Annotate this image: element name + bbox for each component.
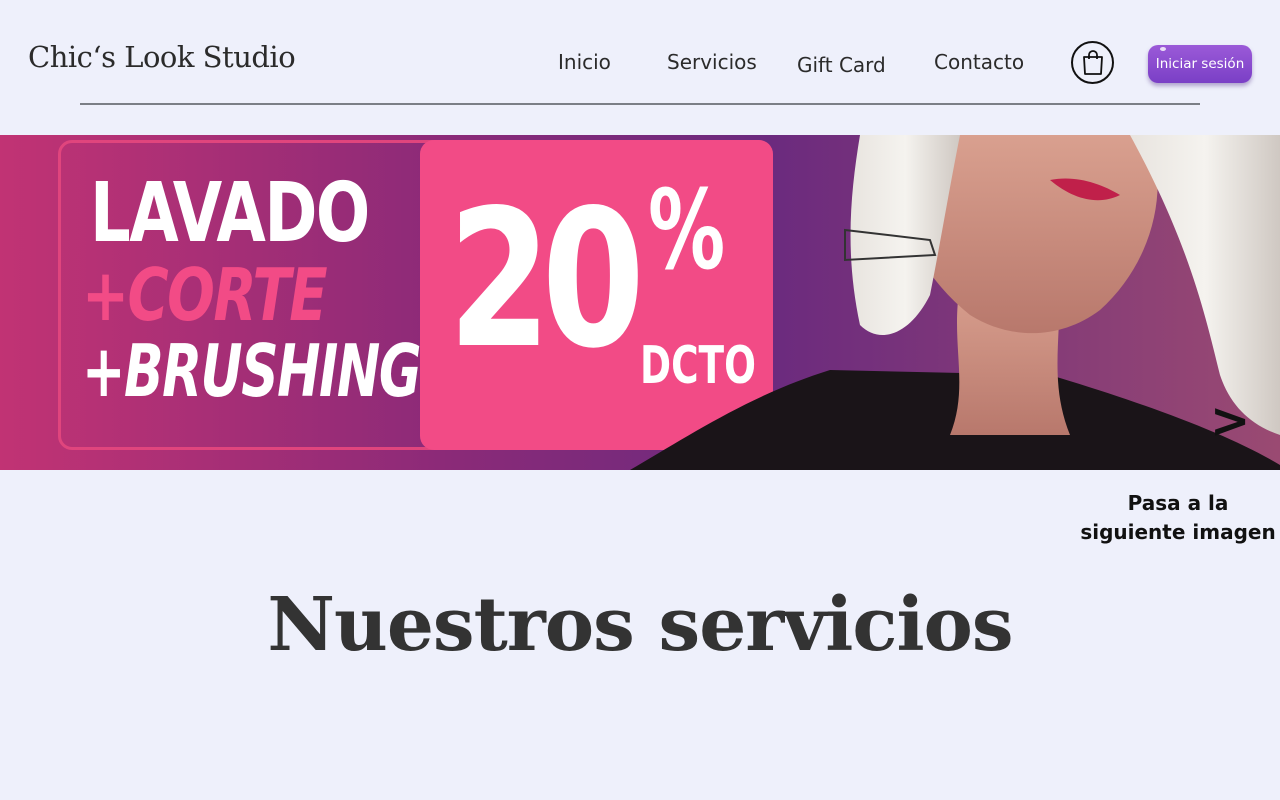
discount-number: 20	[448, 169, 645, 390]
login-button[interactable]: Iniciar sesión	[1148, 45, 1252, 83]
button-highlight	[1160, 47, 1166, 51]
carousel-next-button[interactable]: >	[1210, 397, 1250, 445]
nav-inicio[interactable]: Inicio	[558, 50, 611, 74]
nav-gift-card[interactable]: Gift Card	[797, 53, 886, 77]
login-label: Iniciar sesión	[1155, 56, 1245, 72]
carousel-next-caption: Pasa a la siguiente imagen	[1080, 491, 1276, 544]
cart-button[interactable]	[1071, 41, 1114, 84]
shopping-bag-icon	[1082, 49, 1103, 75]
promo-banner: LAVADO +CORTE +BRUSHING 20 % DCTO >	[0, 135, 1280, 470]
header-divider	[80, 103, 1200, 105]
section-title: Nuestros servicios	[267, 582, 1013, 668]
banner-line-corte: +CORTE	[82, 253, 328, 337]
site-header: Chic‘s Look Studio Inicio Servicios Gift…	[0, 0, 1280, 135]
nav-servicios[interactable]: Servicios	[667, 50, 757, 74]
banner-line-brushing: +BRUSHING	[82, 329, 421, 413]
site-logo[interactable]: Chic‘s Look Studio	[28, 40, 296, 74]
model-photo	[630, 135, 1280, 470]
nav-contacto[interactable]: Contacto	[934, 50, 1024, 74]
banner-line-lavado: LAVADO	[90, 166, 370, 261]
